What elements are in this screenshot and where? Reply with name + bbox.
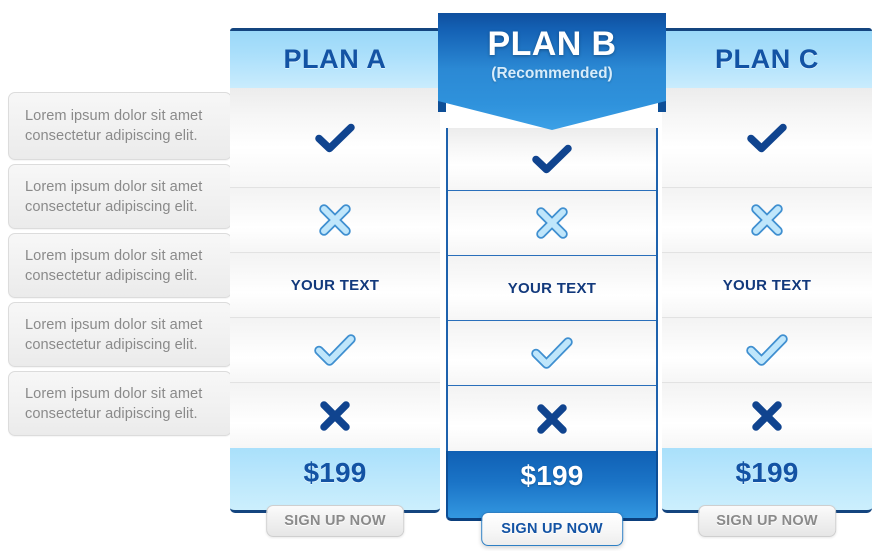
plan-b-body: YOUR TEXT (446, 128, 658, 451)
plan-c-signup-button[interactable]: SIGN UP NOW (698, 505, 836, 537)
feature-row: Lorem ipsum dolor sit amet consectetur a… (8, 164, 232, 229)
check-icon (746, 334, 788, 366)
plan-b-cell-1 (448, 128, 656, 191)
ribbon-wing-left (438, 100, 446, 112)
plan-c-cell-1 (662, 88, 872, 188)
feature-row: Lorem ipsum dolor sit amet consectetur a… (8, 92, 232, 160)
check-icon (747, 123, 787, 153)
feature-text: Lorem ipsum dolor sit amet consectetur a… (25, 108, 203, 144)
feature-row: Lorem ipsum dolor sit amet consectetur a… (8, 233, 232, 298)
plan-a-cell-3-label: YOUR TEXT (290, 276, 380, 294)
plan-b-subtitle: (Recommended) (491, 65, 613, 82)
plan-a-price: $199 (303, 457, 367, 488)
pricing-table: Lorem ipsum dolor sit amet consectetur a… (0, 0, 880, 551)
plan-a-header: PLAN A (230, 28, 440, 88)
check-icon (314, 334, 356, 366)
plan-c-header: PLAN C (662, 28, 872, 88)
feature-text: Lorem ipsum dolor sit amet consectetur a… (25, 247, 203, 284)
feature-text: Lorem ipsum dolor sit amet consectetur a… (25, 316, 203, 353)
check-icon (315, 123, 355, 153)
cross-icon (535, 402, 569, 436)
cross-icon (318, 203, 352, 237)
plan-b-cell-4 (448, 321, 656, 386)
check-icon (532, 144, 572, 174)
feature-row: Lorem ipsum dolor sit amet consectetur a… (8, 371, 232, 436)
plan-a-body: YOUR TEXT (230, 88, 440, 448)
ribbon-wing-right (658, 100, 666, 112)
plan-b-price: $199 (520, 460, 584, 491)
plan-column-c: PLAN C YOUR TEXT $199 SIGN UP NOW (662, 28, 872, 537)
plan-c-title: PLAN C (714, 44, 820, 74)
plan-c-footer: $199 SIGN UP NOW (662, 448, 872, 537)
plan-b-cell-3: YOUR TEXT (448, 256, 656, 321)
plan-a-signup-button[interactable]: SIGN UP NOW (266, 505, 404, 537)
plan-a-footer: $199 SIGN UP NOW (230, 448, 440, 537)
plan-a-cell-3: YOUR TEXT (230, 253, 440, 318)
plan-a-cell-2 (230, 188, 440, 253)
plan-column-a: PLAN A YOUR TEXT $199 SIGN UP NOW (230, 28, 440, 537)
plan-c-cell-3: YOUR TEXT (662, 253, 872, 318)
plan-a-cell-1 (230, 88, 440, 188)
plan-b-signup-button[interactable]: SIGN UP NOW (481, 512, 623, 546)
feature-list: Lorem ipsum dolor sit amet consectetur a… (8, 92, 232, 440)
cross-icon (750, 203, 784, 237)
plan-b-cell-2 (448, 191, 656, 256)
check-icon (531, 337, 573, 369)
plan-c-cell-3-label: YOUR TEXT (722, 276, 812, 294)
plan-column-b: YOUR TEXT $199 SIGN UP NOW (446, 13, 658, 546)
plan-c-cell-2 (662, 188, 872, 253)
feature-text: Lorem ipsum dolor sit amet consectetur a… (25, 178, 203, 215)
feature-text: Lorem ipsum dolor sit amet consectetur a… (25, 385, 203, 422)
plan-a-cell-5 (230, 383, 440, 448)
feature-row: Lorem ipsum dolor sit amet consectetur a… (8, 302, 232, 367)
cross-icon (750, 399, 784, 433)
plan-c-body: YOUR TEXT (662, 88, 872, 448)
plan-b-footer: $199 SIGN UP NOW (446, 451, 658, 546)
cross-icon (318, 399, 352, 433)
plan-a-cell-4 (230, 318, 440, 383)
plan-a-title: PLAN A (283, 44, 387, 74)
plan-c-cell-4 (662, 318, 872, 383)
cross-icon (535, 206, 569, 240)
ribbon-label: PLAN B (Recommended) (438, 13, 666, 85)
plan-b-title: PLAN B (487, 25, 617, 63)
plan-b-cell-5 (448, 386, 656, 451)
plan-b-cell-3-label: YOUR TEXT (507, 279, 597, 297)
plan-c-cell-5 (662, 383, 872, 448)
plan-c-price: $199 (735, 457, 799, 488)
